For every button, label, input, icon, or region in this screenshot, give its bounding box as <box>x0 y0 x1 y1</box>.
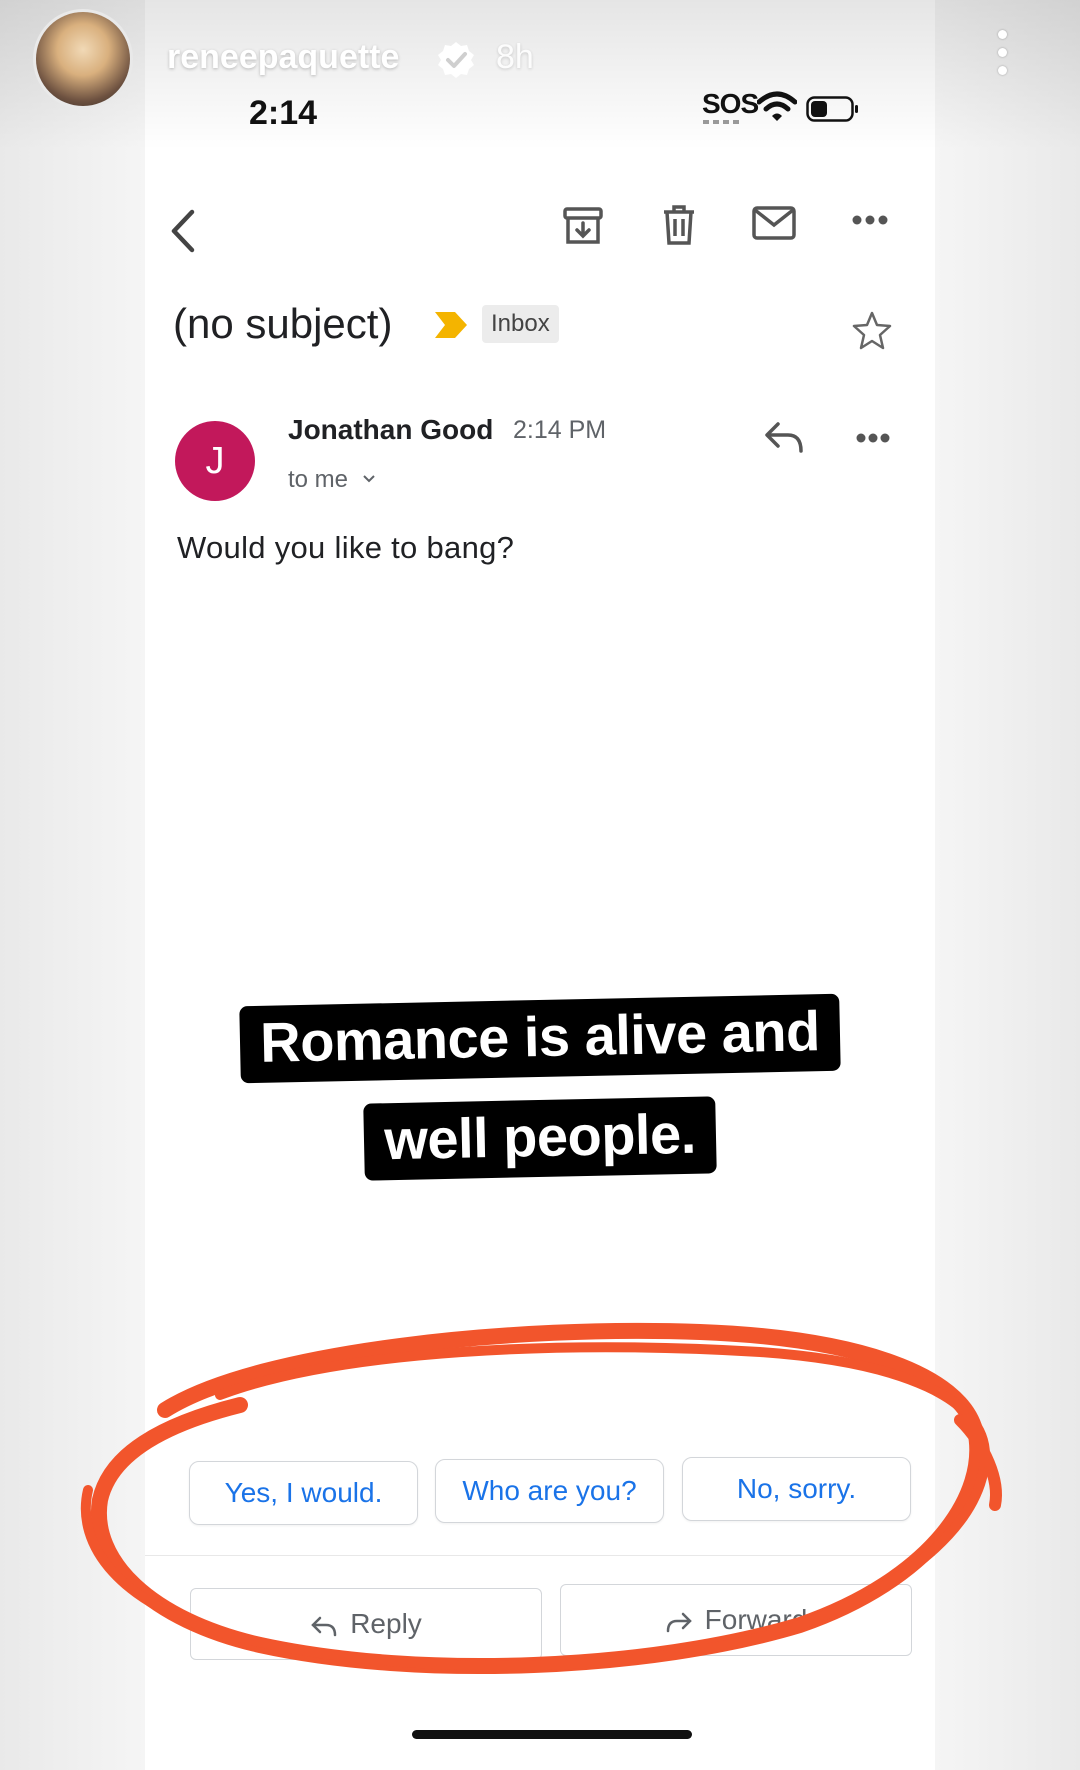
reply-icon[interactable] <box>764 420 804 454</box>
smart-reply-no[interactable]: No, sorry. <box>682 1457 911 1521</box>
email-subject: (no subject) <box>173 300 393 347</box>
story-header-shade <box>0 0 1080 150</box>
verified-badge-icon <box>438 42 474 78</box>
importance-marker-icon[interactable] <box>433 310 469 340</box>
story-username[interactable]: reneepaquette <box>167 38 399 77</box>
background-right <box>935 0 1080 1770</box>
forward-arrow-icon <box>666 1612 692 1632</box>
sent-time: 2:14 PM <box>513 416 607 444</box>
email-body: Would you like to bang? <box>177 530 515 565</box>
reply-button[interactable]: Reply <box>190 1588 542 1660</box>
story-age: 8h <box>496 38 534 76</box>
trash-icon[interactable] <box>662 204 696 246</box>
more-options-icon[interactable] <box>852 214 888 226</box>
sender-name: Jonathan Good <box>288 414 494 445</box>
background-left <box>0 0 145 1770</box>
caption-text-2: well people. <box>363 1096 717 1181</box>
status-time: 2:14 <box>249 94 318 132</box>
wifi-icon <box>757 91 797 121</box>
signal-dots-icon <box>703 120 743 124</box>
forward-button[interactable]: Forward <box>560 1584 912 1656</box>
back-arrow-icon[interactable] <box>168 208 198 254</box>
forward-label: Forward <box>704 1604 808 1635</box>
story-more-options-icon[interactable] <box>992 30 1012 84</box>
reply-label: Reply <box>350 1608 422 1639</box>
sos-indicator: SOS <box>702 88 759 119</box>
home-indicator <box>412 1730 692 1739</box>
mark-unread-mail-icon[interactable] <box>752 206 796 240</box>
message-more-icon[interactable] <box>856 432 890 444</box>
chevron-down-icon[interactable] <box>362 474 376 484</box>
caption-text-1: Romance is alive and <box>239 993 841 1084</box>
recipient-details-toggle[interactable]: to me <box>288 466 348 494</box>
archive-icon[interactable] <box>562 206 604 246</box>
story-avatar[interactable] <box>36 12 130 106</box>
sender-avatar[interactable]: J <box>175 421 255 501</box>
reply-arrow-icon <box>311 1616 337 1636</box>
smart-reply-yes[interactable]: Yes, I would. <box>189 1461 418 1525</box>
divider <box>145 1555 935 1556</box>
battery-icon <box>806 96 858 122</box>
inbox-label[interactable]: Inbox <box>482 305 559 343</box>
smart-reply-who[interactable]: Who are you? <box>435 1459 664 1523</box>
star-icon[interactable] <box>852 310 892 350</box>
